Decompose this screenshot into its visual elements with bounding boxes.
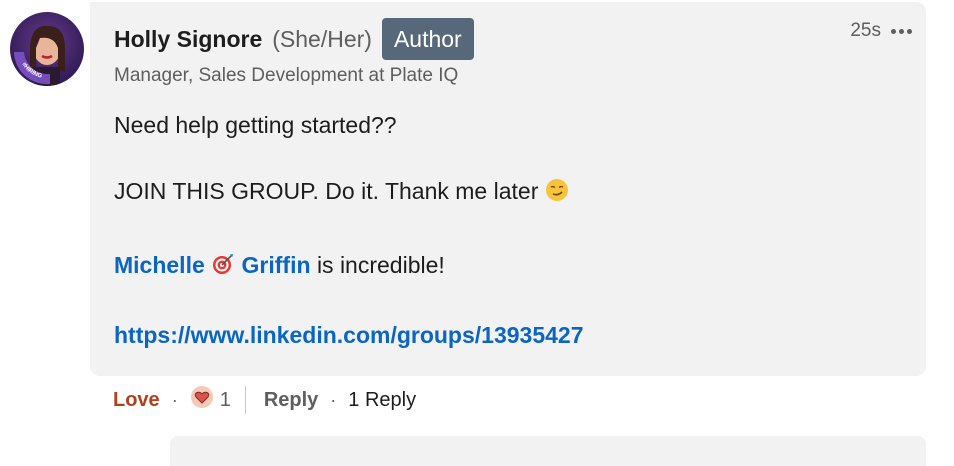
separator-dot: · [171,389,178,410]
replies-link[interactable]: 1 Reply [348,389,416,412]
comment-bubble: Holly Signore (She/Her) Author 25s Manag… [90,2,926,376]
reaction-count: 1 [219,388,231,411]
target-icon [211,252,235,282]
comment-timestamp: 25s [850,20,881,41]
comment-text-span: is incredible! [316,252,445,278]
author-pronouns: (She/Her) [272,25,372,52]
comment-text-line: JOIN THIS GROUP. Do it. Thank me later [114,178,569,208]
avatar[interactable]: #HIRING [10,12,84,86]
mention-first-name: Michelle [114,252,205,278]
author-name[interactable]: Holly Signore [114,26,262,53]
reply-bubble [170,436,926,466]
comment-actions: Love · 1 Reply · 1 Reply [113,384,416,416]
reply-button[interactable]: Reply [264,389,318,412]
mention-link[interactable]: Michelle Griffin [114,252,317,278]
divider [244,386,246,414]
author-badge: Author [381,18,474,60]
comment-text-line: https://www.linkedin.com/groups/13935427 [114,322,584,349]
mention-last-name: Griffin [241,252,311,278]
separator-dot: · [330,389,337,410]
comment-meta: 25s [850,20,912,42]
more-icon[interactable] [891,28,912,34]
love-reaction-button[interactable]: Love [113,389,160,412]
comment-text-span: JOIN THIS GROUP. Do it. Thank me later [114,178,539,204]
comment-text-line: Need help getting started?? [114,112,397,138]
author-headline: Manager, Sales Development at Plate IQ [114,65,459,86]
reaction-count-button[interactable]: 1 [190,385,231,415]
smirk-emoji-icon [545,178,569,208]
comment-header: Holly Signore (She/Her) Author [114,18,474,60]
heart-reaction-icon [190,385,214,415]
group-link[interactable]: https://www.linkedin.com/groups/13935427 [114,322,584,348]
avatar-image: #HIRING [14,25,65,86]
comment-text-line: Michelle Griffin is incredible! [114,252,445,282]
